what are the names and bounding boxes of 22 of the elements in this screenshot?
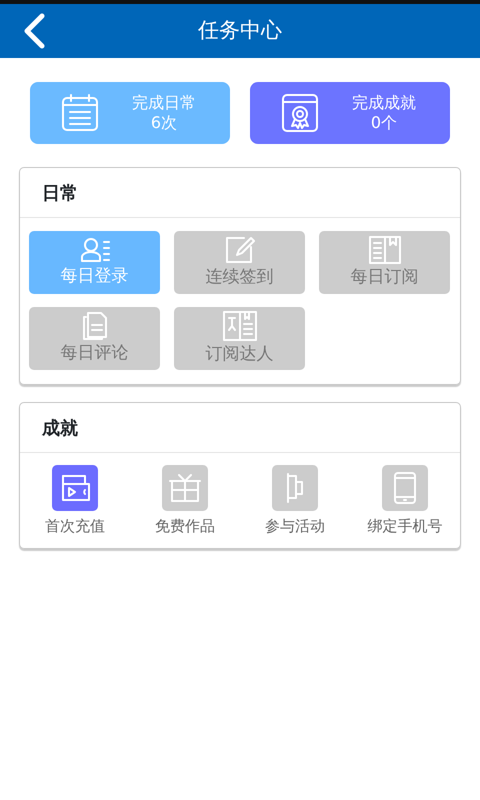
user-list-icon	[78, 236, 110, 264]
achievement-item[interactable]: 首次充值	[20, 465, 130, 538]
achievement-item[interactable]: 绑定手机号	[350, 465, 460, 538]
task-tile[interactable]: 订阅达人	[174, 307, 305, 370]
pencil-icon	[224, 234, 256, 265]
summary-count: 0个	[370, 113, 398, 133]
section-title: 成就	[20, 403, 460, 453]
summary-label: 完成成就	[352, 93, 416, 113]
page-title: 任务中心	[198, 17, 282, 44]
book-icon	[222, 310, 258, 342]
achievement-item[interactable]: 免费作品	[130, 465, 240, 538]
calendar-icon	[60, 92, 100, 134]
book-icon	[368, 234, 402, 265]
task-tile[interactable]: 连续签到	[174, 231, 305, 294]
summary-label: 完成日常	[132, 93, 196, 113]
task-tile[interactable]: 每日订阅	[319, 231, 450, 294]
task-tile[interactable]: 每日评论	[29, 307, 160, 370]
certificate-icon	[280, 92, 320, 134]
summary-count: 6次	[150, 113, 178, 133]
achievement-item[interactable]: 参与活动	[240, 465, 350, 538]
task-tile[interactable]: 每日登录	[29, 231, 160, 294]
section-title: 日常	[20, 168, 460, 218]
